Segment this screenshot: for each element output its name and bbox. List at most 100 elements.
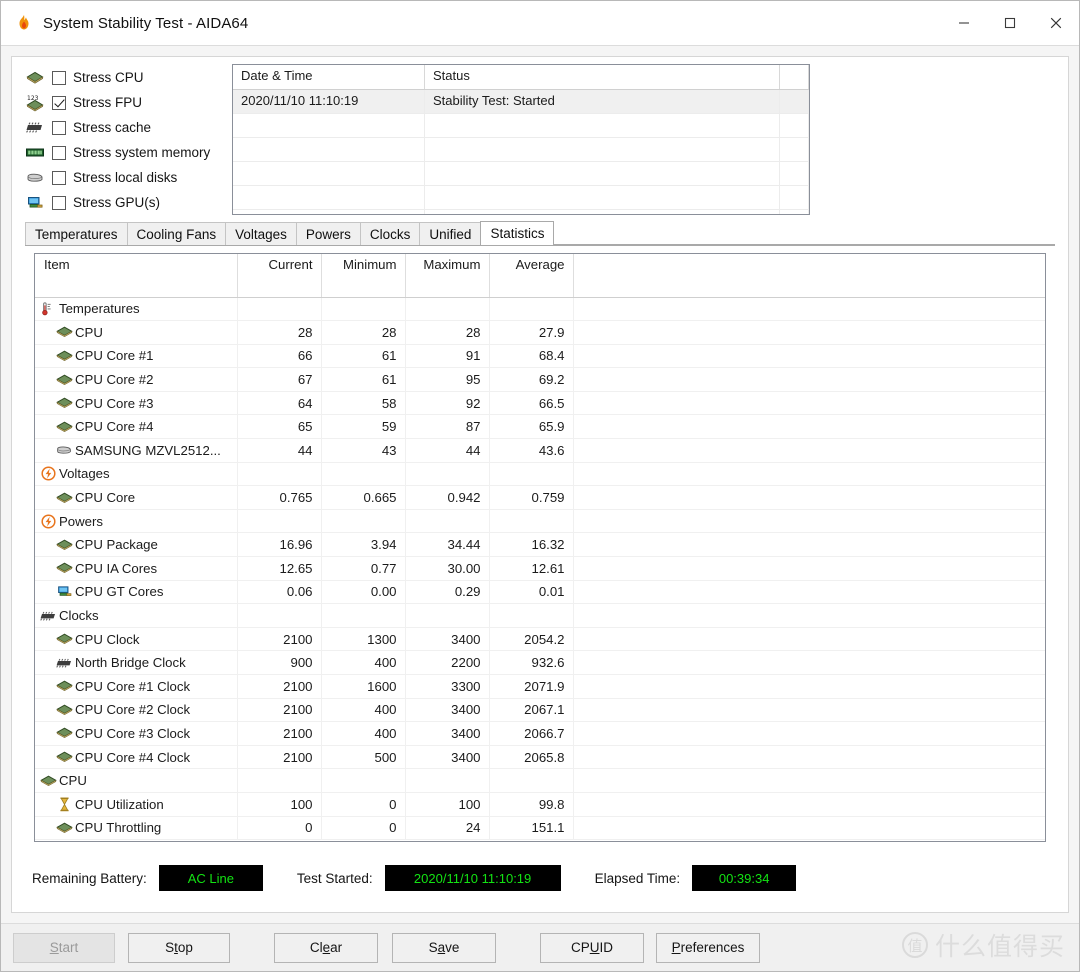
chip-icon [24, 118, 46, 138]
stress-fpu-checkbox[interactable] [52, 95, 66, 110]
cell-maximum [405, 509, 490, 534]
minimize-icon[interactable] [941, 2, 987, 45]
cpu-icon [55, 632, 73, 647]
cell-minimum: 0.00 [321, 580, 406, 605]
stress-option-fpu[interactable]: 123 Stress FPU [24, 90, 228, 115]
table-row[interactable]: CPU GT Cores 0.06 0.00 0.29 0.01 [35, 580, 1045, 605]
stress-gpu-checkbox[interactable] [52, 195, 66, 210]
cpu-icon [55, 561, 73, 576]
cell-pad [573, 438, 1045, 463]
tab-statistics[interactable]: Statistics [480, 221, 555, 245]
table-row[interactable]: CPU Core #1 66 61 91 68.4 [35, 344, 1045, 369]
cell-pad [573, 391, 1045, 416]
table-row[interactable]: CPU Core #1 Clock 2100 1600 3300 2071.9 [35, 674, 1045, 699]
tab-voltages[interactable]: Voltages [225, 222, 297, 245]
stress-option-disks[interactable]: Stress local disks [24, 165, 228, 190]
table-group-row[interactable]: Voltages [35, 462, 1045, 487]
stress-memory-checkbox[interactable] [52, 145, 66, 160]
table-row[interactable]: North Bridge Clock 900 400 2200 932.6 [35, 650, 1045, 675]
cpu-icon [55, 396, 73, 411]
table-group-row[interactable]: Powers [35, 509, 1045, 534]
cell-item: North Bridge Clock [35, 650, 238, 675]
tab-unified[interactable]: Unified [419, 222, 482, 245]
table-row[interactable]: CPU Core #4 65 59 87 65.9 [35, 414, 1045, 440]
stress-option-cpu[interactable]: Stress CPU [24, 65, 228, 90]
cell-current: 2100 [237, 721, 322, 746]
cell-average [489, 768, 574, 793]
cpu-icon [55, 820, 73, 835]
table-row[interactable]: SAMSUNG MZVL2512... 44 43 44 43.6 [35, 438, 1045, 463]
tab-cooling-fans[interactable]: Cooling Fans [126, 222, 227, 245]
thermometer-icon [39, 301, 57, 316]
col-header-current[interactable]: Current [237, 254, 322, 298]
log-cell-empty [780, 114, 809, 137]
item-label: CPU Core #2 [75, 372, 154, 388]
stop-button[interactable]: St op [128, 932, 230, 963]
table-row[interactable]: CPU IA Cores 12.65 0.77 30.00 12.61 [35, 556, 1045, 581]
table-row[interactable]: CPU Utilization 100 0 100 99.8 [35, 792, 1045, 817]
statistics-header-row: Item Current Minimum Maximum Average [35, 254, 1045, 298]
log-row-empty[interactable] [233, 138, 809, 162]
col-header-maximum[interactable]: Maximum [405, 254, 490, 298]
table-row[interactable]: CPU Core #2 67 61 95 69.2 [35, 367, 1045, 392]
stress-options-list: Stress CPU 123 Stress FPU Stress cache S… [12, 57, 228, 217]
log-col-extra[interactable] [780, 65, 809, 89]
log-row-empty[interactable] [233, 162, 809, 186]
item-label: SAMSUNG MZVL2512... [75, 442, 221, 458]
cpuid-button[interactable]: CP U ID [540, 932, 644, 963]
stress-option-cache[interactable]: Stress cache [24, 115, 228, 140]
item-label: CPU Throttling [75, 820, 162, 836]
cell-current: 2100 [237, 745, 322, 770]
item-label: CPU Package [75, 537, 158, 553]
log-row-empty[interactable] [233, 210, 809, 214]
stress-cache-checkbox[interactable] [52, 120, 66, 135]
stress-cpu-checkbox[interactable] [52, 70, 66, 85]
table-group-row[interactable]: CPU [35, 768, 1045, 793]
log-cell-empty [233, 138, 425, 161]
preferences-button[interactable]: Preferences [656, 932, 760, 963]
log-header-row: Date & Time Status [233, 65, 809, 90]
stress-option-memory[interactable]: Stress system memory [24, 140, 228, 165]
cell-current: 100 [237, 792, 322, 817]
fpu-icon: 123 [24, 93, 46, 113]
save-button[interactable]: Sa ve [392, 932, 496, 963]
status-log-grid[interactable]: Date & Time Status 2020/11/10 11:10:19 S… [232, 64, 810, 215]
cell-minimum [321, 509, 406, 534]
log-cell-datetime: 2020/11/10 11:10:19 [233, 90, 425, 113]
table-group-row[interactable]: Temperatures [35, 297, 1045, 322]
stress-option-gpu[interactable]: Stress GPU(s) [24, 190, 228, 215]
stress-disks-checkbox[interactable] [52, 170, 66, 185]
tab-powers[interactable]: Powers [295, 222, 361, 245]
log-cell-empty [425, 138, 780, 161]
log-col-status[interactable]: Status [425, 65, 780, 89]
table-group-row[interactable]: Clocks [35, 603, 1045, 628]
table-row[interactable]: CPU Throttling 0 0 24 151.1 [35, 816, 1045, 841]
table-row[interactable]: CPU Package 16.96 3.94 34.44 16.32 [35, 532, 1045, 558]
stress-disks-label: Stress local disks [73, 170, 178, 185]
col-header-average[interactable]: Average [489, 254, 574, 298]
log-row[interactable]: 2020/11/10 11:10:19 Stability Test: Star… [233, 90, 809, 114]
log-row-empty[interactable] [233, 114, 809, 138]
cell-maximum: 3300 [405, 674, 490, 699]
status-bar: Remaining Battery: AC Line Test Started: 20… [12, 860, 1068, 896]
statistics-table-container[interactable]: Item Current Minimum Maximum Average Tem… [34, 253, 1046, 842]
table-row[interactable]: CPU Clock 2100 1300 3400 2054.2 [35, 627, 1045, 652]
table-row[interactable]: CPU 28 28 28 27.9 [35, 320, 1045, 345]
bolt-icon [39, 514, 57, 529]
col-header-item[interactable]: Item [35, 254, 238, 298]
close-icon[interactable] [1033, 2, 1079, 45]
table-row[interactable]: CPU Core 0.765 0.665 0.942 0.759 [35, 485, 1045, 510]
table-row[interactable]: CPU Core #4 Clock 2100 500 3400 2065.8 [35, 745, 1045, 770]
log-col-datetime[interactable]: Date & Time [233, 65, 425, 89]
table-row[interactable]: CPU Core #3 Clock 2100 400 3400 2066.7 [35, 721, 1045, 746]
cell-average [489, 509, 574, 534]
table-row[interactable]: CPU Core #3 64 58 92 66.5 [35, 391, 1045, 416]
maximize-icon[interactable] [987, 2, 1033, 45]
tab-clocks[interactable]: Clocks [359, 222, 421, 245]
clear-button[interactable]: Cl e ar [274, 932, 378, 963]
tab-temperatures[interactable]: Temperatures [25, 222, 128, 245]
table-row[interactable]: CPU Core #2 Clock 2100 400 3400 2067.1 [35, 698, 1045, 723]
col-header-minimum[interactable]: Minimum [321, 254, 406, 298]
cell-current [237, 462, 322, 487]
log-row-empty[interactable] [233, 186, 809, 210]
